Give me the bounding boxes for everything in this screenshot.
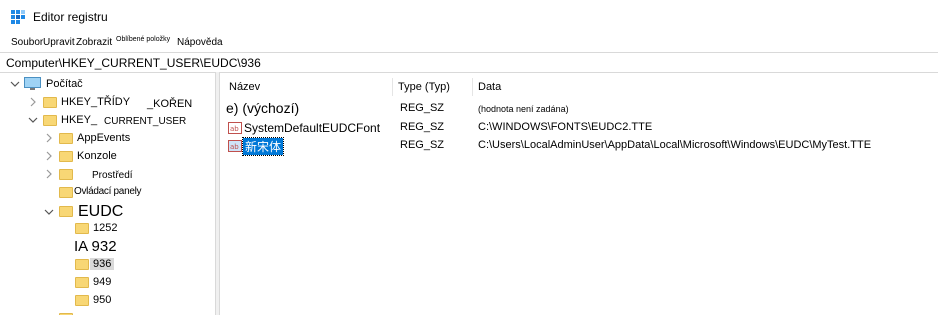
tree-label-949: 949 <box>93 276 112 288</box>
column-divider[interactable] <box>392 78 393 96</box>
tree-item-936[interactable]: 936 <box>0 256 215 274</box>
list-row[interactable]: ab 新宋体 REG_SZ C:\Users\LocalAdminUser\Ap… <box>220 137 938 156</box>
string-value-icon: ab <box>228 140 242 152</box>
menu-view[interactable]: Zobrazit <box>76 37 112 48</box>
tree-item-computer[interactable]: Počítač <box>0 76 215 94</box>
menu-help[interactable]: Nápověda <box>177 37 223 48</box>
value-data: C:\Users\LocalAdminUser\AppData\Local\Mi… <box>478 139 872 151</box>
menu-favorites[interactable]: Oblíbené položky <box>116 36 170 43</box>
tree-item-hkcr[interactable]: HKEY_TŘÍDY _KOŘEN <box>0 94 215 112</box>
value-data: C:\WINDOWS\FONTS\EUDC2.TTE <box>478 121 653 133</box>
folder-icon <box>75 295 89 306</box>
tree-item-1252[interactable]: 1252 <box>0 220 215 238</box>
menu-edit[interactable]: Upravit <box>43 37 75 48</box>
list-row[interactable]: e) (výchozí) REG_SZ (hodnota není zadána… <box>220 100 938 118</box>
chevron-right-icon[interactable] <box>44 151 54 161</box>
tree-label-prostredi: Prostředí <box>92 170 133 181</box>
value-type: REG_SZ <box>400 121 445 133</box>
folder-icon <box>59 206 73 217</box>
tree-item-appevents[interactable]: AppEvents <box>0 130 215 148</box>
folder-icon <box>59 151 73 162</box>
tree-label-appevents: AppEvents <box>77 132 131 144</box>
tree-label-hkcu-a: HKEY_ <box>61 114 98 126</box>
value-name: e) (výchozí) <box>226 100 300 116</box>
chevron-right-icon[interactable] <box>44 169 54 179</box>
column-header-name[interactable]: Název <box>229 81 260 93</box>
tree-item-ovladaci-panely[interactable]: Ovládací panely <box>0 184 215 202</box>
folder-icon <box>59 133 73 144</box>
chevron-down-icon[interactable] <box>44 207 54 217</box>
tree-label-konzole: Konzole <box>77 150 117 162</box>
tree-label-hkcr-a: HKEY_TŘÍDY <box>61 96 131 108</box>
tree-item-949[interactable]: 949 <box>0 274 215 292</box>
string-value-icon: ab <box>228 122 242 134</box>
folder-icon <box>59 187 73 198</box>
folder-icon <box>75 259 89 270</box>
tree-label-eudc: EUDC <box>78 203 124 220</box>
tree-item-konzole[interactable]: Konzole <box>0 148 215 166</box>
tree-label-ia932: IA 932 <box>74 238 117 255</box>
window-title: Editor registru <box>33 10 108 24</box>
column-divider[interactable] <box>472 78 473 96</box>
column-header-type[interactable]: Type (Typ) <box>398 81 450 93</box>
list-row[interactable]: ab SystemDefaultEUDCFont REG_SZ C:\WINDO… <box>220 119 938 137</box>
value-name: SystemDefaultEUDCFont <box>244 121 381 135</box>
menu-bar: Soubor Upravit Zobrazit Oblíbené položky… <box>0 33 938 51</box>
folder-icon <box>75 277 89 288</box>
chevron-right-icon[interactable] <box>44 133 54 143</box>
value-name: 新宋体 <box>241 137 285 156</box>
tree-label-936: 936 <box>90 258 115 270</box>
values-list: Název Type (Typ) Data e) (výchozí) REG_S… <box>220 72 938 315</box>
tree-item-hkcu[interactable]: HKEY_ CURRENT_USER <box>0 112 215 130</box>
address-bar[interactable]: Computer\HKEY_CURRENT_USER\EUDC\936 <box>0 52 938 73</box>
folder-icon <box>43 115 57 126</box>
tree-label-hkcu-b: CURRENT_USER <box>104 116 187 127</box>
tree-item-prostredi[interactable]: Prostředí <box>0 166 215 184</box>
folder-icon <box>59 169 73 180</box>
tree-item-partial[interactable] <box>0 310 215 315</box>
title-bar: Editor registru <box>0 0 938 32</box>
computer-icon <box>24 77 41 90</box>
folder-icon <box>75 223 89 234</box>
tree-label-950: 950 <box>93 294 112 306</box>
tree-item-950[interactable]: 950 <box>0 292 215 310</box>
chevron-down-icon[interactable] <box>28 115 38 125</box>
tree-label-computer: Počítač <box>46 78 83 90</box>
tree-item-eudc[interactable]: EUDC <box>0 202 215 222</box>
value-type: REG_SZ <box>400 139 445 151</box>
svg-text:ab: ab <box>230 125 239 133</box>
tree-label-hkcr-b: _KOŘEN <box>147 98 193 110</box>
column-header-data[interactable]: Data <box>478 81 501 93</box>
registry-editor-icon <box>11 10 25 24</box>
tree-item-ia932[interactable]: IA 932 <box>0 237 215 257</box>
value-type: REG_SZ <box>400 102 445 114</box>
svg-text:ab: ab <box>230 143 239 151</box>
value-data: (hodnota není zadána) <box>478 104 569 114</box>
tree-pane: Počítač HKEY_TŘÍDY _KOŘEN HKEY_ CURRENT_… <box>0 72 215 315</box>
address-path[interactable]: Computer\HKEY_CURRENT_USER\EUDC\936 <box>6 56 261 70</box>
chevron-right-icon[interactable] <box>28 97 38 107</box>
tree-label-ovladaci: Ovládací panely <box>74 186 142 197</box>
menu-file[interactable]: Soubor <box>11 37 43 48</box>
folder-icon <box>43 97 57 108</box>
tree-label-1252: 1252 <box>93 222 118 234</box>
chevron-down-icon[interactable] <box>10 79 20 89</box>
